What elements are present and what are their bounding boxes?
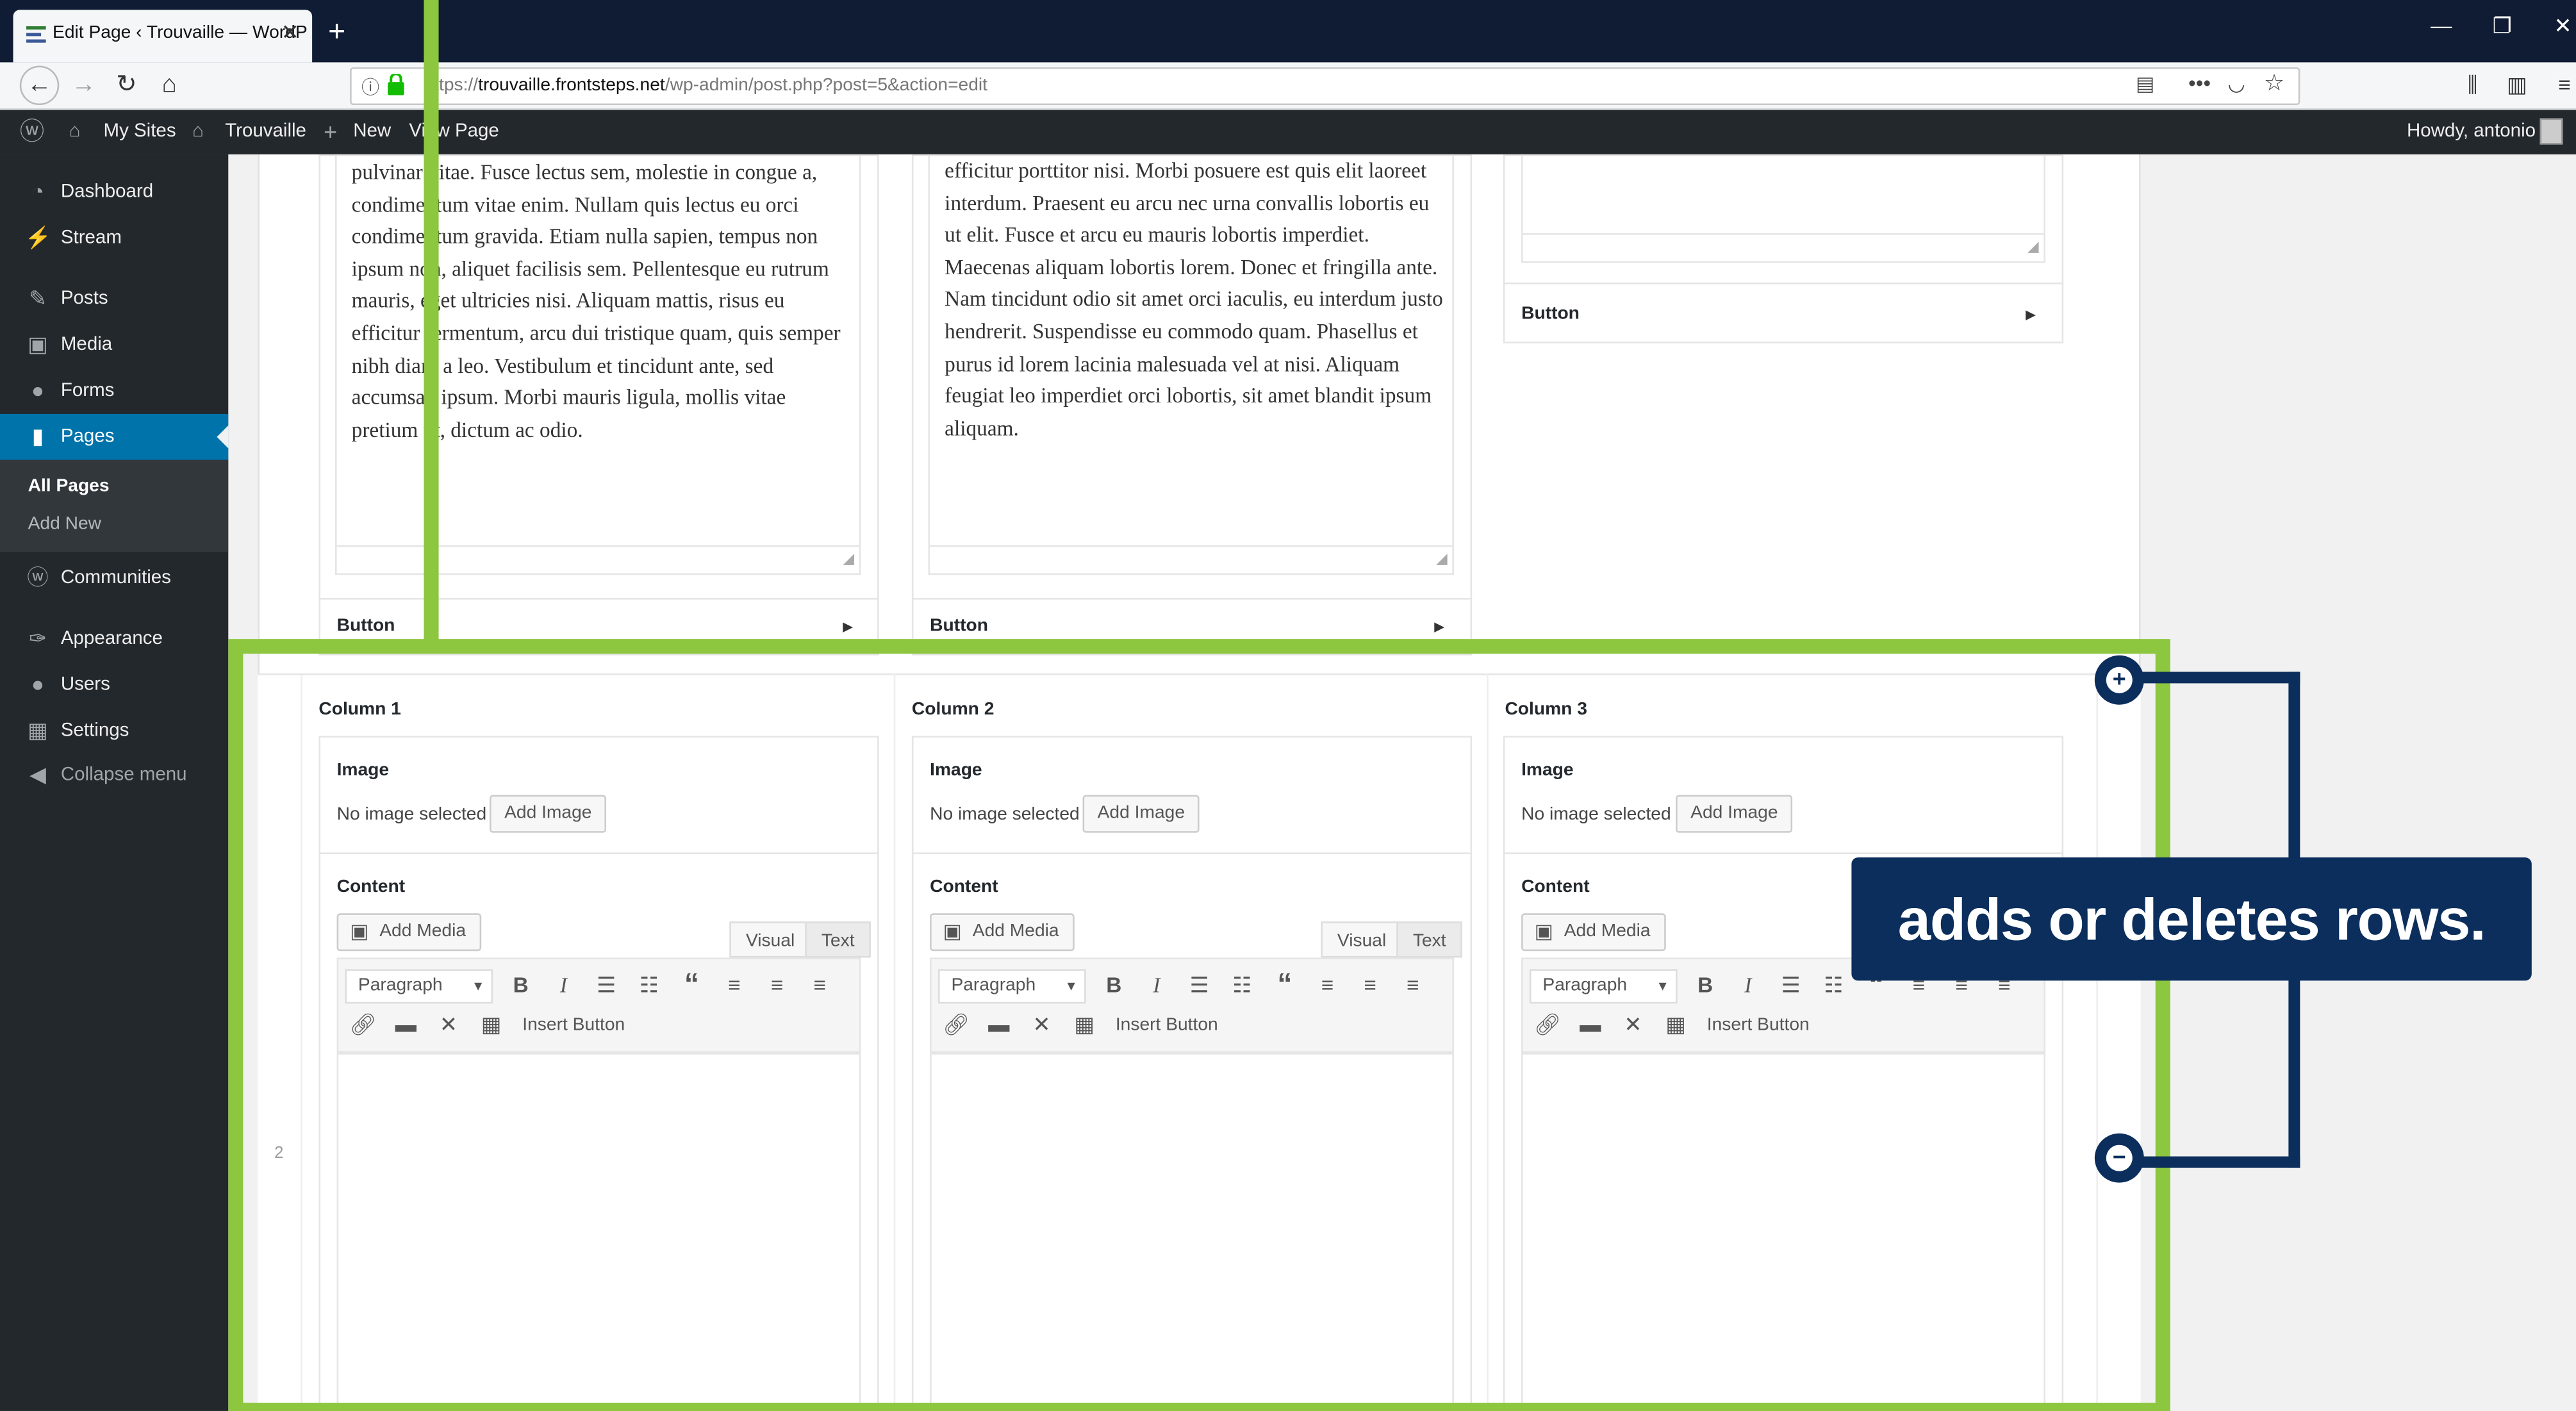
row1-col1-button-label: Button bbox=[336, 616, 395, 636]
sidebar-item-label: Pages bbox=[60, 427, 115, 447]
browser-tab-bar: Edit Page ‹ Trouvaille — WordP ✕ + — ❐ ✕ bbox=[0, 0, 2576, 63]
highlight-connector-line bbox=[424, 0, 439, 644]
stream-icon: ⚡ bbox=[24, 225, 51, 250]
forward-icon[interactable]: → bbox=[66, 67, 102, 103]
media-icon: ▣ bbox=[28, 331, 48, 357]
browser-nav-bar: ← → ↻ ⌂ ⓘ https://trouvaille.frontsteps.… bbox=[0, 62, 2576, 110]
plus-icon: + bbox=[2106, 666, 2133, 693]
row-highlight-frame bbox=[228, 639, 2170, 1411]
new-link[interactable]: New bbox=[353, 110, 391, 154]
settings-icon: ▦ bbox=[28, 718, 48, 743]
pages-icon: ▮ bbox=[31, 424, 44, 449]
sidebar-item-label: Dashboard bbox=[60, 182, 154, 202]
row1-col3-statusbar: ◢ bbox=[1523, 233, 2044, 261]
sidebar-item-users[interactable]: ● Users bbox=[0, 662, 228, 708]
pages-submenu: All Pages Add New bbox=[0, 459, 229, 552]
sidebar-item-communities[interactable]: ⓦ Communities bbox=[0, 555, 228, 601]
pin-icon: ✎ bbox=[28, 286, 47, 311]
forms-icon: ● bbox=[31, 377, 45, 403]
menu-icon[interactable]: ≡ bbox=[2547, 67, 2576, 103]
minus-icon: − bbox=[2106, 1144, 2133, 1171]
sidebar-item-settings[interactable]: ▦ Settings bbox=[0, 708, 228, 754]
communities-icon: ⓦ bbox=[27, 565, 49, 590]
sidebar-item-label: Communities bbox=[60, 568, 171, 588]
my-sites-icon: ⌂ bbox=[69, 121, 81, 142]
plus-icon: + bbox=[324, 118, 338, 145]
restore-icon[interactable]: ❐ bbox=[2482, 13, 2522, 40]
divider bbox=[911, 598, 1473, 600]
submenu-add-new[interactable]: Add New bbox=[28, 514, 101, 534]
brush-icon: ✑ bbox=[28, 625, 47, 651]
url-text: https://trouvaille.frontsteps.net/wp-adm… bbox=[424, 75, 988, 95]
library-icon[interactable]: ⫼ bbox=[2454, 67, 2490, 103]
add-row-button[interactable]: + bbox=[2094, 655, 2144, 705]
sidebar-item-label: Collapse menu bbox=[60, 765, 187, 786]
row1-col2-button-label: Button bbox=[930, 616, 988, 636]
caret-right-icon[interactable]: ▶ bbox=[2026, 307, 2036, 322]
sidebar-item-pages[interactable]: ▮ Pages bbox=[0, 413, 229, 460]
sidebar-item-forms[interactable]: ● Forms bbox=[0, 368, 228, 414]
user-icon: ● bbox=[31, 672, 45, 697]
admin-sidebar: ◔ Dashboard ⚡ Stream ✎ Posts ▣ Media ● Forms … bbox=[0, 154, 229, 1411]
collapse-icon: ◀ bbox=[29, 762, 46, 787]
caret-right-icon[interactable]: ▶ bbox=[843, 619, 853, 634]
info-icon[interactable]: ⓘ bbox=[361, 74, 379, 100]
row1-col3-button-label: Button bbox=[1521, 304, 1580, 324]
more-icon[interactable]: ••• bbox=[2188, 70, 2211, 95]
divider bbox=[1503, 282, 2064, 285]
new-tab-icon[interactable]: + bbox=[322, 10, 352, 53]
resize-handle-icon[interactable]: ◢ bbox=[1436, 550, 1448, 568]
resize-handle-icon[interactable]: ◢ bbox=[2027, 238, 2039, 256]
url-bar[interactable]: ⓘ https://trouvaille.frontsteps.net/wp-a… bbox=[350, 67, 2300, 106]
row1-col1-statusbar: ◢ bbox=[336, 545, 859, 573]
close-window-icon[interactable]: ✕ bbox=[2543, 13, 2576, 40]
sidebar-item-label: Users bbox=[60, 675, 110, 695]
sidebar-item-label: Appearance bbox=[60, 629, 163, 649]
sidebar-item-stream[interactable]: ⚡ Stream bbox=[0, 215, 228, 261]
callout-box: adds or deletes rows. bbox=[1851, 857, 2532, 981]
avatar[interactable] bbox=[2539, 118, 2563, 145]
bookmark-star-icon[interactable]: ☆ bbox=[2264, 69, 2284, 97]
divider bbox=[318, 598, 879, 600]
home-icon[interactable]: ⌂ bbox=[151, 67, 187, 103]
wordpress-favicon-icon bbox=[26, 26, 46, 43]
resize-handle-icon[interactable]: ◢ bbox=[843, 550, 854, 568]
row1-col2-text: efficitur porttitor nisi. Morbi posuere … bbox=[945, 158, 1443, 440]
sidebar-item-media[interactable]: ▣ Media bbox=[0, 322, 228, 368]
bracket-top bbox=[2119, 672, 2300, 684]
home-site-icon: ⌂ bbox=[192, 121, 204, 142]
wordpress-logo-icon[interactable]: ⓦ bbox=[20, 110, 44, 154]
bracket-bottom bbox=[2119, 1156, 2300, 1168]
sidebar-item-collapse[interactable]: ◀ Collapse menu bbox=[0, 752, 228, 798]
close-tab-icon[interactable]: ✕ bbox=[281, 10, 299, 56]
lock-icon bbox=[388, 72, 404, 95]
sidebar-item-label: Posts bbox=[60, 289, 108, 309]
back-icon[interactable]: ← bbox=[19, 65, 60, 106]
sidebar-item-posts[interactable]: ✎ Posts bbox=[0, 276, 228, 322]
sidebar-item-label: Settings bbox=[60, 721, 129, 741]
sidebar-item-label: Forms bbox=[60, 381, 115, 401]
dashboard-icon: ◔ bbox=[31, 179, 45, 204]
row1-col2-statusbar: ◢ bbox=[930, 545, 1453, 573]
caret-right-icon[interactable]: ▶ bbox=[1434, 619, 1444, 634]
minimize-icon[interactable]: — bbox=[2422, 13, 2461, 38]
pocket-icon[interactable]: ◡ bbox=[2228, 72, 2245, 95]
wp-admin-bar: ⓦ ⌂ My Sites ⌂ Trouvaille + New View Pag… bbox=[0, 110, 2576, 154]
sidebar-item-dashboard[interactable]: ◔ Dashboard bbox=[0, 169, 228, 215]
reload-icon[interactable]: ↻ bbox=[108, 67, 144, 103]
site-name-link[interactable]: Trouvaille bbox=[225, 110, 306, 154]
sidebar-toggle-icon[interactable]: ▥ bbox=[2499, 67, 2535, 103]
sidebar-item-appearance[interactable]: ✑ Appearance bbox=[0, 616, 228, 662]
browser-tab[interactable]: Edit Page ‹ Trouvaille — WordP ✕ bbox=[13, 10, 313, 63]
delete-row-button[interactable]: − bbox=[2094, 1133, 2144, 1183]
sidebar-item-label: Stream bbox=[60, 228, 122, 249]
view-page-link[interactable]: View Page bbox=[409, 110, 499, 154]
my-sites-link[interactable]: My Sites bbox=[104, 110, 176, 154]
sidebar-item-label: Media bbox=[60, 334, 113, 355]
submenu-all-pages[interactable]: All Pages bbox=[28, 476, 110, 496]
reader-view-icon[interactable]: ▤ bbox=[2136, 72, 2154, 95]
active-arrow bbox=[217, 425, 229, 449]
howdy-user[interactable]: Howdy, antonio bbox=[2407, 110, 2536, 154]
tab-title: Edit Page ‹ Trouvaille — WordP bbox=[53, 22, 308, 43]
